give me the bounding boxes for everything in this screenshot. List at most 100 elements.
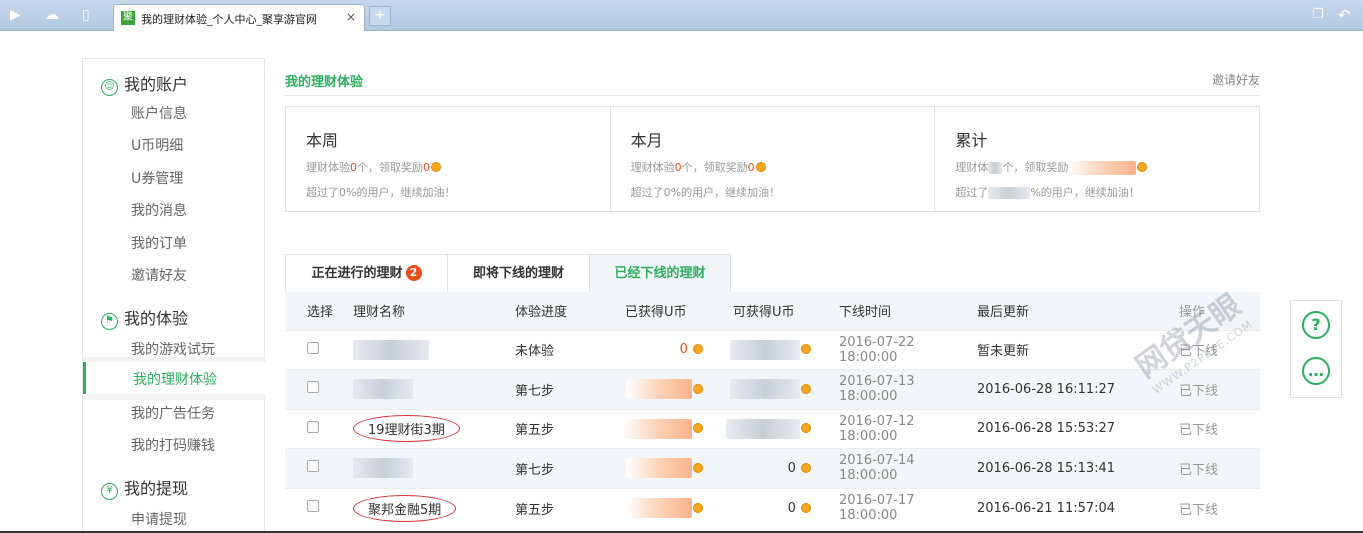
table-row: 第七步 2016-07-13 18:00:00 2016-06-28 16:11… — [285, 369, 1260, 409]
row-checkbox[interactable] — [307, 460, 319, 473]
ucoin-available-cell: 0 — [717, 448, 825, 488]
coin-icon — [801, 462, 811, 473]
ucoin-got-cell — [609, 408, 717, 449]
status-cell: 已下线 — [1167, 487, 1260, 528]
redacted-name — [353, 379, 413, 400]
sidebar-item-ucoin-detail[interactable]: U币明细 — [131, 135, 183, 155]
forward-icon[interactable]: ▶ — [10, 7, 21, 23]
chat-icon[interactable]: … — [1302, 357, 1330, 385]
coin-icon — [755, 162, 766, 172]
title-divider — [285, 95, 1260, 96]
table-header-row: 选择 理财名称 体验进度 已获得U币 可获得U币 下线时间 最后更新 操作 — [285, 292, 1260, 330]
invite-friends-link[interactable]: 邀请好友 — [1212, 71, 1260, 88]
stat-month: 本月 理财体验0个，领取奖励0 超过了0%的用户，继续加油！ — [611, 107, 936, 211]
row-checkbox[interactable] — [307, 420, 319, 433]
last-updated-cell: 2016-06-28 16:11:27 — [977, 369, 1167, 409]
sidebar-section-experience[interactable]: ⚑ 我的体验 — [101, 305, 188, 330]
help-icon[interactable]: ? — [1302, 311, 1330, 339]
coin-icon — [431, 162, 441, 172]
stat-rank: 超过了 %的用户，继续加油！ — [955, 186, 1140, 199]
row-checkbox[interactable] — [307, 381, 319, 394]
coin-icon — [1137, 162, 1148, 172]
window-restore-icon[interactable]: ❐ — [1312, 7, 1324, 23]
stat-summary: 理财体验0个，领取奖励0 — [306, 159, 441, 175]
yen-icon: ¥ — [101, 483, 118, 500]
new-tab-button[interactable]: + — [369, 6, 391, 26]
progress-cell: 未体验 — [515, 329, 609, 370]
ucoin-available-cell — [717, 329, 825, 370]
col-ucoin-got: 已获得U币 — [609, 292, 717, 330]
sidebar-nav: ☺ 我的账户 账户信息 U币明细 U券管理 我的消息 我的订单 邀请好友 ⚑ 我的体… — [82, 58, 266, 533]
row-checkbox[interactable] — [307, 341, 319, 354]
col-progress: 体验进度 — [515, 292, 609, 330]
tab-in-progress[interactable]: 正在进行的理财 2 — [285, 254, 448, 292]
table-row: 19理财街3期 第五步 2016-07-12 18:00:00 2016-06-… — [285, 408, 1260, 449]
coin-icon — [801, 423, 811, 434]
coin-icon — [801, 502, 811, 513]
sidebar-item-finance-experience[interactable]: 我的理财体验 — [83, 362, 265, 394]
product-name[interactable]: 聚邦金融5期 — [368, 503, 441, 518]
coin-icon — [801, 383, 811, 394]
stat-title: 本周 — [306, 131, 339, 150]
stat-summary: 理财体 个，领取奖励 — [955, 159, 1148, 175]
product-name[interactable]: 19理财街3期 — [368, 423, 445, 438]
floating-toolbar: ? … — [1290, 300, 1342, 398]
sidebar-item-account-info[interactable]: 账户信息 — [131, 103, 187, 123]
close-tab-icon[interactable]: × — [346, 10, 356, 24]
sidebar-item-messages[interactable]: 我的消息 — [131, 200, 187, 220]
ucoin-got-cell: 0 — [609, 329, 717, 370]
last-updated-cell: 2016-06-28 15:53:27 — [977, 408, 1167, 449]
stat-title: 本月 — [630, 131, 663, 150]
coin-icon — [693, 462, 703, 473]
offline-time-cell: 2016-07-22 18:00:00 — [825, 329, 977, 370]
sidebar-item-orders[interactable]: 我的订单 — [131, 233, 187, 253]
finance-tabs: 正在进行的理财 2 即将下线的理财 已经下线的理财 — [285, 254, 1260, 292]
user-icon: ☺ — [101, 79, 118, 96]
sidebar-item-ucoupon[interactable]: U券管理 — [131, 168, 183, 188]
offline-time-cell: 2016-07-12 18:00:00 — [825, 408, 977, 449]
flag-icon: ⚑ — [101, 313, 118, 330]
sidebar-item-ad-tasks[interactable]: 我的广告任务 — [131, 403, 215, 423]
ucoin-got-cell — [609, 487, 717, 528]
tab-offline[interactable]: 已经下线的理财 — [589, 254, 731, 292]
offline-time-cell: 2016-07-17 18:00:00 — [825, 487, 977, 528]
row-checkbox[interactable] — [307, 500, 319, 512]
sidebar-section-account[interactable]: ☺ 我的账户 — [101, 71, 188, 96]
page-title: 我的理财体验 — [285, 75, 364, 90]
sidebar-item-game-trial[interactable]: 我的游戏试玩 — [131, 339, 215, 359]
progress-cell: 第五步 — [515, 487, 609, 528]
back-arrow-icon[interactable]: ↶ — [1338, 7, 1351, 23]
stat-title: 累计 — [955, 131, 988, 150]
sidebar-section-withdraw[interactable]: ¥ 我的提现 — [101, 475, 188, 500]
sidebar-divider — [83, 394, 266, 400]
sidebar-item-invite[interactable]: 邀请好友 — [131, 265, 187, 285]
col-name: 理财名称 — [353, 292, 515, 330]
site-favicon-icon: 聚 — [121, 11, 135, 25]
coin-icon — [801, 344, 811, 355]
browser-tab[interactable]: 聚 我的理财体验_个人中心_聚享游官网 × — [113, 4, 365, 31]
redacted-name — [353, 458, 413, 479]
stat-rank: 超过了0%的用户，继续加油！ — [306, 186, 456, 199]
coin-icon — [693, 423, 703, 434]
col-offline-time: 下线时间 — [825, 292, 977, 330]
coin-icon — [693, 502, 703, 513]
stats-panel: 本周 理财体验0个，领取奖励0 超过了0%的用户，继续加油！ 本月 理财体验0个… — [285, 106, 1260, 212]
stat-rank: 超过了0%的用户，继续加油！ — [630, 186, 781, 199]
annotation-circle: 聚邦金融5期 — [353, 494, 457, 522]
progress-cell: 第五步 — [515, 408, 609, 449]
phone-icon[interactable]: ▯ — [82, 7, 90, 23]
cloud-icon[interactable]: ☁ — [45, 7, 59, 23]
browser-tab-strip: ▶ ☁ ▯ 聚 我的理财体验_个人中心_聚享游官网 × + ❐ ↶ — [0, 0, 1363, 31]
stat-total: 累计 理财体 个，领取奖励 超过了 %的用户，继续加油！ — [935, 107, 1259, 211]
sidebar-item-captcha-earn[interactable]: 我的打码赚钱 — [131, 435, 215, 455]
sidebar-item-apply-withdraw[interactable]: 申请提现 — [131, 509, 187, 529]
status-cell: 已下线 — [1167, 408, 1260, 449]
offline-time-cell: 2016-07-14 18:00:00 — [825, 448, 977, 488]
offline-time-cell: 2016-07-13 18:00:00 — [825, 369, 977, 409]
last-updated-cell: 2016-06-21 11:57:04 — [977, 487, 1167, 528]
annotation-circle: 19理财街3期 — [353, 415, 460, 443]
stat-summary: 理财体验0个，领取奖励0 — [631, 159, 766, 175]
tab-ending-soon[interactable]: 即将下线的理财 — [447, 254, 590, 292]
table-row: 未体验 0 2016-07-22 18:00:00 暂未更新 已下线 — [285, 329, 1260, 370]
ucoin-available-cell — [717, 408, 825, 449]
